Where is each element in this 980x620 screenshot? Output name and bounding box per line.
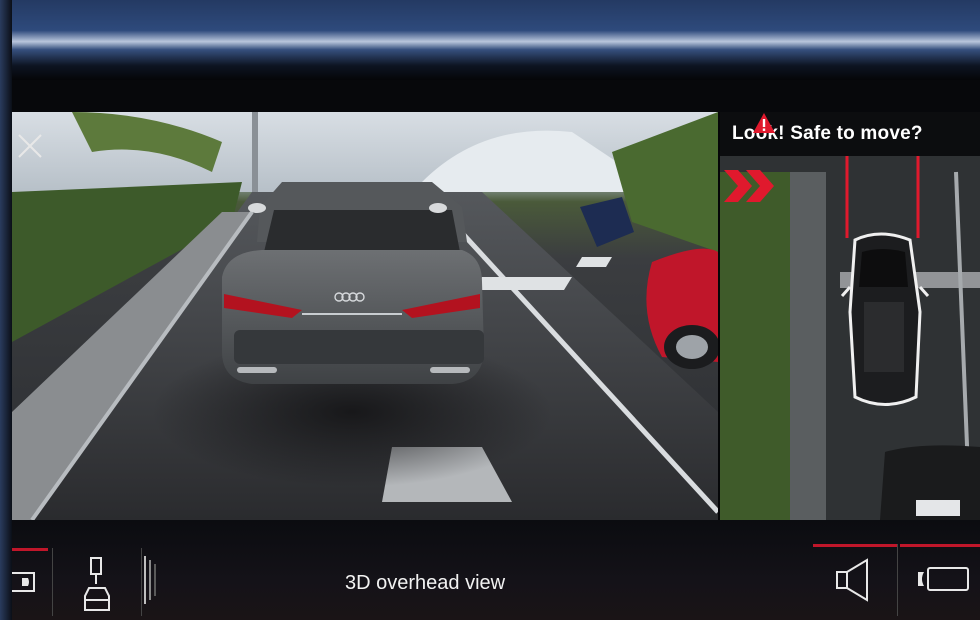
speaker-icon xyxy=(836,558,868,602)
view-selector-car-icon xyxy=(84,557,110,611)
front-camera-icon xyxy=(12,572,35,592)
warning-banner: Look! Safe to move? xyxy=(720,112,980,156)
rear-camera-icon xyxy=(918,567,969,591)
rear-camera-button[interactable] xyxy=(900,544,980,616)
top-down-view: Look! Safe to move? xyxy=(720,112,980,520)
warning-triangle-icon xyxy=(753,113,775,133)
scroll-bars-icon xyxy=(144,556,156,604)
close-button[interactable] xyxy=(12,128,48,164)
front-camera-button[interactable] xyxy=(12,548,48,616)
view-mode-label: 3D overhead view xyxy=(345,572,506,594)
ego-car-model xyxy=(222,182,484,384)
volume-button[interactable] xyxy=(813,544,898,616)
view-selector-button[interactable] xyxy=(52,548,142,616)
close-icon xyxy=(18,134,42,158)
double-chevron-right-icon xyxy=(724,170,774,202)
screen-bezel-left xyxy=(0,0,12,620)
screen-top-strip xyxy=(12,80,980,112)
list-scroll-indicator xyxy=(142,552,158,608)
camera-3d-view xyxy=(12,112,718,520)
screen-bezel xyxy=(0,0,980,80)
